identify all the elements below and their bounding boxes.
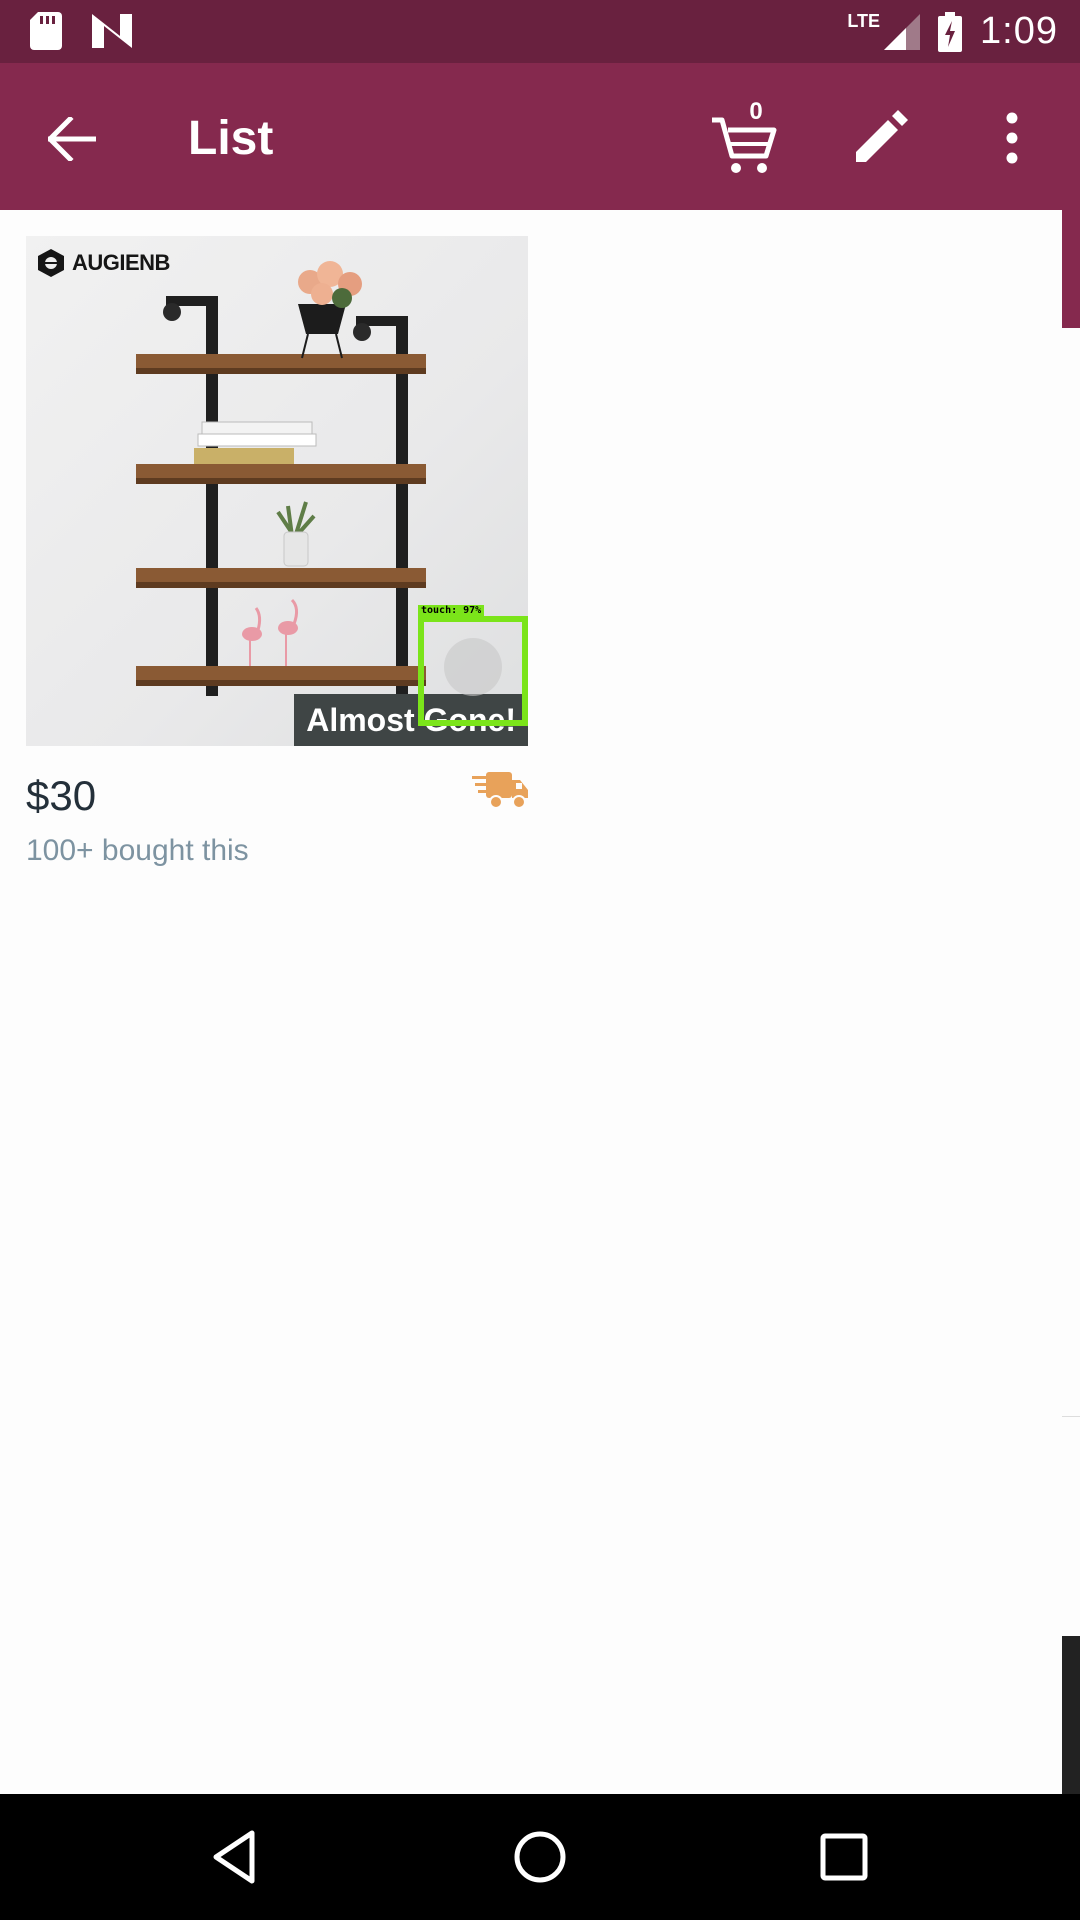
back-triangle-icon[interactable] xyxy=(208,1827,268,1887)
recents-square-icon[interactable] xyxy=(814,1827,874,1887)
system-nav-bar xyxy=(0,1794,1080,1920)
arrow-back-icon xyxy=(48,117,96,161)
brand-name: AUGIENB xyxy=(72,250,170,275)
pencil-icon xyxy=(856,110,908,162)
page-title: List xyxy=(188,112,274,165)
bought-count: 100+ bought this xyxy=(26,834,249,867)
signal-icon xyxy=(884,13,921,50)
brand-mark-icon xyxy=(38,249,64,277)
more-vert-icon xyxy=(1006,112,1018,164)
scroll-indicator-bottom[interactable] xyxy=(1062,1636,1080,1794)
battery-charging-icon xyxy=(938,11,963,52)
sd-card-icon xyxy=(30,12,62,50)
cart-icon xyxy=(712,117,777,173)
home-circle-icon[interactable] xyxy=(510,1827,570,1887)
more-options-button[interactable] xyxy=(995,108,1029,168)
status-bar: LTE 1:09 xyxy=(0,0,1080,63)
status-time: 1:09 xyxy=(980,10,1058,52)
touch-overlay-box xyxy=(418,616,528,726)
status-right-icons: LTE 1:09 xyxy=(847,0,1058,63)
back-button[interactable] xyxy=(40,107,104,171)
edit-button[interactable] xyxy=(850,108,910,168)
scroll-indicator-top[interactable] xyxy=(1062,210,1080,328)
n-logo-icon xyxy=(92,14,132,48)
delivery-truck-icon xyxy=(472,772,528,809)
cart-button[interactable]: 0 xyxy=(710,98,780,178)
status-left-icons xyxy=(30,12,132,50)
brand-logo: AUGIENB xyxy=(36,248,170,278)
app-bar: List 0 xyxy=(0,63,1080,210)
scroll-divider xyxy=(1062,1416,1080,1417)
network-type: LTE xyxy=(847,11,881,31)
product-price: $30 xyxy=(26,772,97,819)
